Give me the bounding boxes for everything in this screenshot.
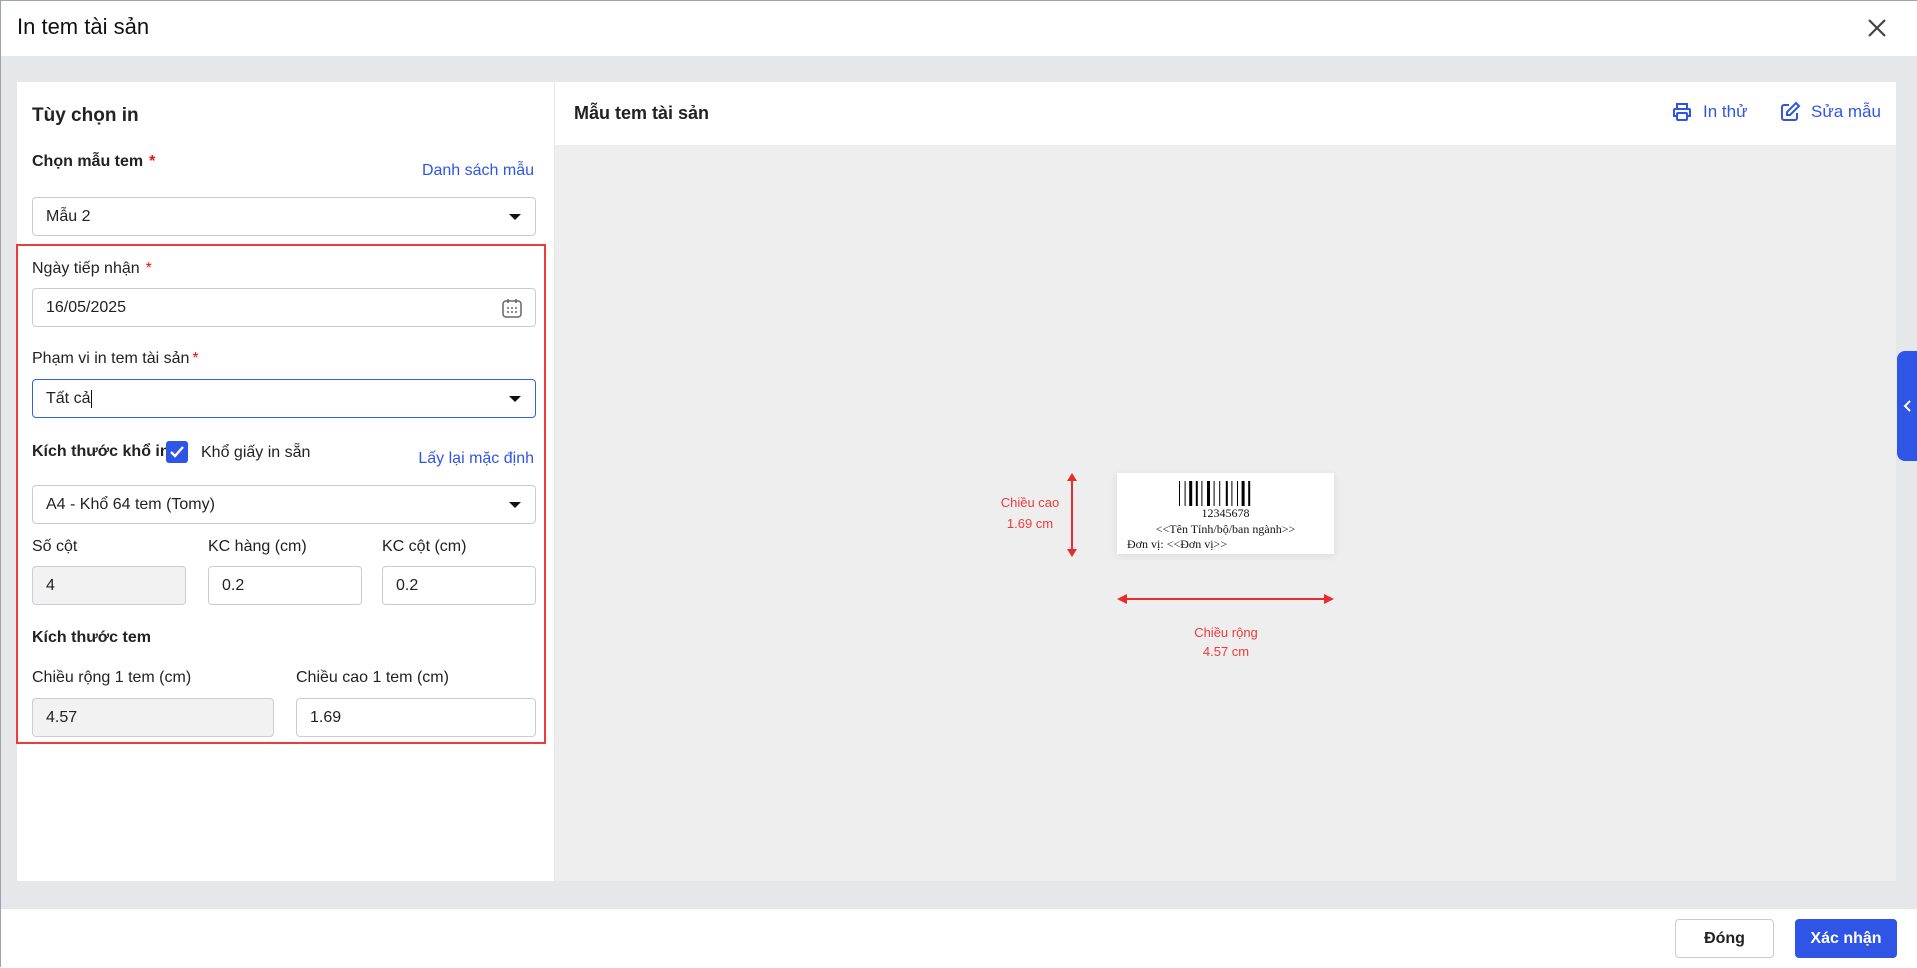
paper-size-select[interactable]: A4 - Khổ 64 tem (Tomy) — [32, 485, 536, 524]
date-input[interactable]: 16/05/2025 — [32, 288, 536, 327]
preview-heading: Mẫu tem tài sản — [574, 103, 710, 123]
row-gap-label: KC hàng (cm) — [208, 538, 307, 555]
preset-paper-checkbox[interactable] — [166, 441, 188, 463]
template-label: Chọn mẫu tem * — [32, 153, 156, 170]
checkmark-icon — [170, 446, 184, 458]
collapse-panel-tab[interactable] — [1897, 351, 1917, 461]
scope-label: Phạm vi in tem tài sản * — [32, 350, 199, 367]
columns-label: Số cột — [32, 538, 78, 555]
barcode-bar — [1179, 481, 1180, 506]
barcode-bar — [1219, 481, 1221, 506]
reset-default-link[interactable]: Lấy lại mặc định — [418, 450, 534, 468]
preset-paper-label: Khổ giấy in sẵn — [201, 444, 311, 461]
label-width-label: Chiều rộng 1 tem (cm) — [32, 669, 192, 686]
dialog-footer — [1, 909, 1917, 968]
col-gap-input[interactable]: 0.2 — [382, 566, 536, 605]
print-test-button[interactable]: In thử — [1671, 101, 1747, 123]
chevron-left-icon — [1903, 400, 1911, 412]
template-list-link[interactable]: Danh sách mẫu — [422, 162, 534, 180]
label-height-label: Chiều cao 1 tem (cm) — [296, 669, 449, 686]
label-width-input: 4.57 — [32, 698, 274, 737]
close-button[interactable]: Đóng — [1675, 919, 1774, 958]
barcode-bar — [1213, 481, 1215, 506]
options-heading: Tùy chọn in — [32, 105, 139, 126]
height-value: 1.69 cm — [1006, 516, 1054, 531]
barcode — [1179, 481, 1251, 506]
edit-icon — [1781, 101, 1801, 121]
preview-line-2: Đơn vị: <<Đơn vị>> — [1127, 537, 1228, 551]
scope-select[interactable]: Tất cả — [32, 379, 536, 418]
printer-icon — [1673, 103, 1691, 121]
date-label: Ngày tiếp nhận * — [32, 260, 152, 277]
height-arrow — [1067, 473, 1077, 557]
chevron-down-icon — [509, 214, 521, 220]
barcode-bar — [1201, 481, 1203, 506]
height-caption: Chiều cao — [1000, 495, 1060, 510]
calendar-icon[interactable] — [501, 297, 523, 319]
width-arrow — [1117, 594, 1334, 604]
barcode-bar — [1195, 481, 1198, 506]
barcode-bar — [1225, 481, 1228, 506]
dialog-header: In tem tài sản — [1, 1, 1917, 56]
dialog-title: In tem tài sản — [17, 14, 150, 39]
label-size-heading: Kích thước tem — [32, 629, 151, 646]
barcode-bar — [1184, 481, 1186, 506]
label-height-input[interactable]: 1.69 — [296, 698, 536, 737]
barcode-bar — [1207, 481, 1210, 506]
barcode-bar — [1231, 481, 1233, 506]
barcode-bar — [1241, 481, 1245, 506]
chevron-down-icon — [509, 396, 521, 402]
template-select[interactable]: Mẫu 2 — [32, 197, 536, 236]
row-gap-input[interactable]: 0.2 — [208, 566, 362, 605]
preview-line-1: <<Tên Tỉnh/bộ/ban ngành>> — [1155, 522, 1296, 536]
width-caption: Chiều rộng — [1194, 625, 1258, 640]
barcode-bar — [1248, 481, 1251, 506]
close-icon[interactable] — [1863, 14, 1891, 42]
columns-input: 4 — [32, 566, 186, 605]
width-value: 4.57 cm — [1202, 644, 1250, 659]
barcode-bar — [1237, 481, 1238, 506]
barcode-number: 12345678 — [1201, 506, 1250, 520]
chevron-down-icon — [509, 502, 521, 508]
edit-template-button[interactable]: Sửa mẫu — [1779, 101, 1881, 123]
confirm-button[interactable]: Xác nhận — [1795, 919, 1897, 958]
col-gap-label: KC cột (cm) — [382, 538, 467, 555]
label-preview: 12345678 <<Tên Tỉnh/bộ/ban ngành>> Đơn v… — [1117, 473, 1334, 554]
paper-size-label: Kích thước khổ in — [32, 443, 170, 460]
barcode-bar — [1189, 481, 1193, 506]
